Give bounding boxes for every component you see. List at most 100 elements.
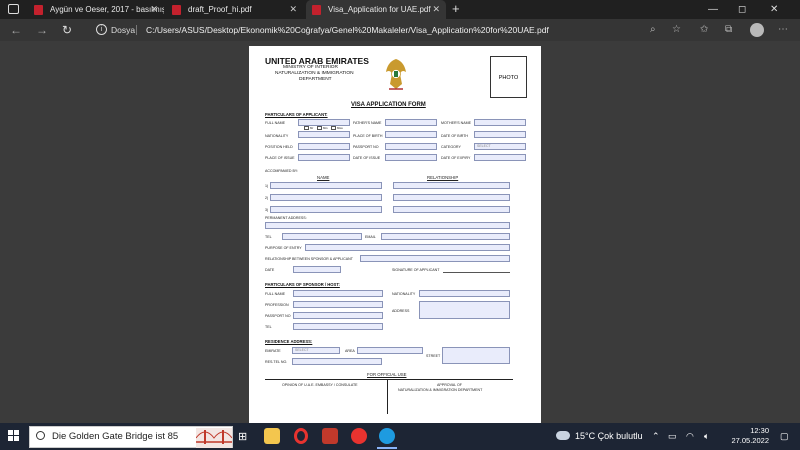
wifi-icon[interactable]: ◠ [686, 423, 694, 450]
accompanied-relationship-3[interactable] [393, 206, 510, 213]
label-place-of-birth: PLACE OF BIRTH [353, 134, 383, 138]
official-use-line [265, 379, 513, 380]
emirate-select[interactable]: SELECT [292, 347, 340, 354]
uae-emblem-icon [386, 59, 406, 90]
maximize-button[interactable]: ◻ [738, 0, 746, 19]
pdf-page: UNITED ARAB EMIRATES MINISTRY OF INTERIO… [249, 46, 541, 423]
workspaces-icon[interactable] [8, 4, 19, 14]
label-approval-1: APPROVAL OF [437, 383, 462, 387]
tab-2[interactable]: draft_Proof_hi.pdf ✕ [166, 0, 303, 19]
date-of-issue-field[interactable] [385, 154, 437, 161]
label-row-3: 3) [265, 208, 269, 212]
chrome-icon[interactable] [351, 428, 367, 444]
accompanied-relationship-1[interactable] [393, 182, 510, 189]
relationship-sponsor-field[interactable] [360, 255, 510, 262]
label-sponsor-full-name: FULL NAME [265, 292, 286, 296]
new-tab-button[interactable]: + [452, 0, 460, 17]
label-sponsor-address: ADDRESS [392, 309, 410, 313]
pdf-viewer[interactable]: UNITED ARAB EMIRATES MINISTRY OF INTERIO… [0, 41, 800, 423]
sponsor-nationality-field[interactable] [419, 290, 510, 297]
category-select[interactable]: SELECT [474, 143, 526, 150]
close-tab-icon[interactable]: ✕ [289, 0, 297, 19]
office-icon[interactable] [322, 428, 338, 444]
label-street: STREET [426, 354, 441, 358]
file-explorer-icon[interactable] [264, 428, 280, 444]
close-window-button[interactable]: ✕ [770, 0, 778, 19]
accompanied-relationship-2[interactable] [393, 194, 510, 201]
info-icon[interactable]: i [96, 24, 107, 35]
bridge-illustration-icon [196, 428, 232, 448]
tel-field[interactable] [282, 233, 362, 240]
label-sponsor-passport: PASSPORT NO [265, 314, 291, 318]
close-tab-icon[interactable]: ✕ [150, 0, 158, 19]
purpose-field[interactable] [305, 244, 510, 251]
date-of-expiry-field[interactable] [474, 154, 526, 161]
sponsor-profession-field[interactable] [293, 301, 383, 308]
address-input[interactable]: C:/Users/ASUS/Desktop/Ekonomik%20Coğrafy… [146, 19, 549, 41]
favorites-icon[interactable]: ✩ [700, 19, 708, 41]
address-bar-row: ← → ↻ i Dosya C:/Users/ASUS/Desktop/Ekon… [0, 19, 800, 41]
refresh-icon[interactable]: ↻ [62, 19, 72, 41]
more-menu-icon[interactable]: ⋯ [778, 19, 788, 41]
position-held-field[interactable] [298, 143, 350, 150]
taskbar-search[interactable]: Die Golden Gate Bridge ist 85 [29, 426, 233, 448]
title-checkbox-miss[interactable] [331, 126, 336, 130]
accompanied-name-2[interactable] [270, 194, 382, 201]
passport-no-field[interactable] [385, 143, 437, 150]
accompanied-name-1[interactable] [270, 182, 382, 189]
fathers-name-field[interactable] [385, 119, 437, 126]
chevron-up-icon[interactable]: ⌃ [652, 423, 660, 450]
title-checkbox-mr[interactable] [304, 126, 309, 130]
label-accompanied-by: ACCOMPANIED BY: [265, 169, 299, 173]
notifications-icon[interactable]: ▢ [780, 423, 789, 450]
title-checkbox-mrs[interactable] [317, 126, 322, 130]
street-field[interactable] [442, 347, 510, 364]
section-residence: RESIDENCE ADDRESS: [265, 339, 313, 344]
official-use-divider [387, 379, 388, 414]
nationality-field[interactable] [298, 131, 350, 138]
back-icon[interactable]: ← [10, 19, 22, 41]
minimize-button[interactable]: — [708, 0, 718, 19]
tab-1[interactable]: Aygün ve Oeser, 2017 - basılmış.pdf ✕ [28, 0, 164, 19]
email-field[interactable] [381, 233, 510, 240]
permanent-address-field[interactable] [265, 222, 510, 229]
favorite-add-icon[interactable]: ☆ [672, 19, 681, 41]
sponsor-tel-field[interactable] [293, 323, 383, 330]
accompanied-name-3[interactable] [270, 206, 382, 213]
start-button[interactable] [8, 430, 20, 442]
category-select-value: SELECT [477, 144, 491, 148]
task-view-icon[interactable]: ⊞ [238, 430, 247, 443]
weather-text[interactable]: 15°C Çok bulutlu [575, 423, 643, 450]
volume-icon[interactable]: 🔈︎ [704, 423, 709, 450]
zoom-icon[interactable]: ⌕ [650, 19, 656, 41]
edge-icon[interactable] [379, 428, 395, 444]
sponsor-full-name-field[interactable] [293, 290, 383, 297]
sponsor-address-field[interactable] [419, 301, 510, 319]
forward-icon[interactable]: → [36, 19, 48, 41]
form-title: VISA APPLICATION FORM [351, 102, 426, 108]
signature-line[interactable] [443, 272, 510, 273]
res-tel-field[interactable] [292, 358, 382, 365]
place-of-issue-field[interactable] [298, 154, 350, 161]
collections-icon[interactable]: ⧉ [725, 19, 732, 41]
place-of-birth-field[interactable] [385, 131, 437, 138]
date-field[interactable] [293, 266, 341, 273]
clock[interactable]: 12:30 27.05.2022 [724, 426, 769, 446]
opera-icon[interactable] [294, 428, 308, 444]
clock-date: 27.05.2022 [731, 436, 769, 445]
clock-time: 12:30 [750, 426, 769, 435]
date-of-birth-field[interactable] [474, 131, 526, 138]
ministry-line-2: NATURALIZATION & IMMIGRATION [275, 71, 354, 76]
battery-icon[interactable]: ▭ [668, 423, 677, 450]
section-sponsor: PARTICULARS OF SPONSOR / HOST: [265, 282, 340, 287]
full-name-field[interactable] [298, 119, 350, 126]
mothers-name-field[interactable] [474, 119, 526, 126]
title-option-mrs: Mrs [323, 126, 328, 130]
close-tab-icon[interactable]: ✕ [432, 0, 440, 19]
area-field[interactable] [357, 347, 423, 354]
tab-3[interactable]: Visa_Application for UAE.pdf ✕ [306, 0, 446, 19]
sponsor-passport-field[interactable] [293, 312, 383, 319]
profile-avatar[interactable] [750, 23, 764, 37]
pdf-icon [34, 5, 43, 15]
label-res-tel: RES.TEL NO. [265, 360, 288, 364]
